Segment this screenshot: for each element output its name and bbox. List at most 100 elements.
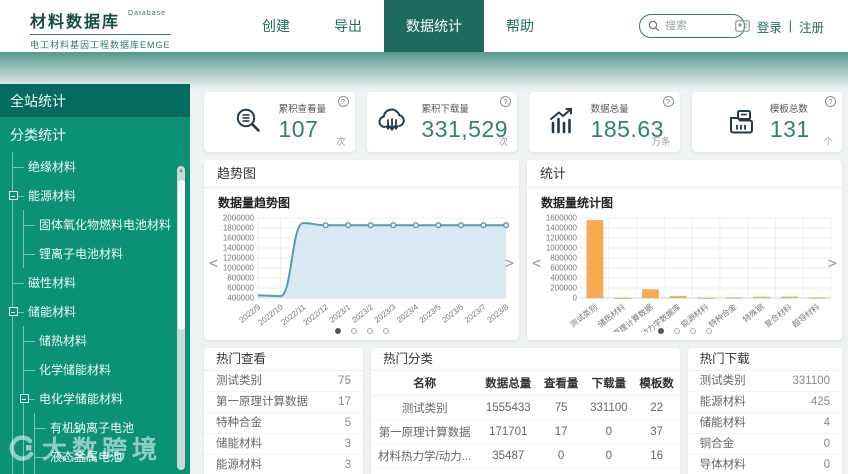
sidebar-tree-item[interactable]: 储能材料 xyxy=(8,297,190,326)
svg-text:2022/10: 2022/10 xyxy=(256,302,285,327)
sidebar-tree-item[interactable]: 锂离子电池材料 xyxy=(24,239,190,268)
login-link[interactable]: 登录 xyxy=(757,17,782,36)
table-cell: 35487 xyxy=(478,443,539,468)
carousel-dot[interactable] xyxy=(705,328,712,334)
list-item[interactable]: 能源材料 3 xyxy=(204,455,363,474)
carousel-dot[interactable] xyxy=(382,328,389,334)
nav-help[interactable]: 帮助 xyxy=(484,0,556,52)
carousel-dots xyxy=(204,328,519,334)
sidebar-tree-item[interactable]: 电化学储能材料 xyxy=(19,384,190,413)
tree-item: 储能材料储热材料化学储能材料电化学储能材料有机钠离子电池液态金属电池水系钠离子电… xyxy=(8,297,190,474)
sidebar-tree-item[interactable]: 液态金属电池 xyxy=(35,442,190,471)
carousel-prev-icon[interactable]: < xyxy=(209,254,218,272)
table-cell: 25792 xyxy=(478,467,539,474)
carousel-dot[interactable] xyxy=(366,328,373,334)
scroll-up-icon[interactable]: ▲ xyxy=(177,168,185,174)
item-name: 能源材料 xyxy=(699,395,746,408)
list-item[interactable]: 储能材料 3 xyxy=(204,434,363,455)
tree-item: 磁性材料 xyxy=(12,268,190,297)
svg-text:600000: 600000 xyxy=(550,264,577,273)
item-name: 储能材料 xyxy=(216,437,262,450)
stats-panel-title: 统计 xyxy=(527,160,842,188)
table-cell: 测试类别 xyxy=(370,395,479,420)
svg-text:1400000: 1400000 xyxy=(223,244,255,253)
table-header: 模板数 xyxy=(633,371,680,396)
collapse-icon[interactable] xyxy=(8,307,18,316)
table-cell: 22 xyxy=(633,395,680,420)
stat-unit: 次 xyxy=(498,137,508,148)
svg-text:400000: 400000 xyxy=(227,294,254,303)
main-nav: 创建 导出 数据统计 帮助 xyxy=(240,0,556,52)
help-icon[interactable]: ? xyxy=(337,96,349,107)
tree-item: 有机钠离子电池 xyxy=(35,413,190,442)
list-item[interactable]: 测试类别 75 xyxy=(204,371,363,392)
list-item[interactable]: 储能材料 4 xyxy=(687,413,842,434)
search-box[interactable] xyxy=(639,14,745,38)
svg-text:400000: 400000 xyxy=(550,274,577,283)
table-cell: 3 xyxy=(538,467,585,474)
sidebar-tree-item[interactable]: 有机钠离子电池 xyxy=(35,413,190,442)
help-icon[interactable]: ? xyxy=(825,96,836,107)
hot-views-list: 测试类别75第一原理计算数据17特种合金5储能材料3能源材料3复合材料3 xyxy=(204,371,363,474)
svg-text:特种合金: 特种合金 xyxy=(707,302,738,330)
magnifier-lines-icon xyxy=(237,108,261,132)
collapse-icon[interactable] xyxy=(8,191,18,200)
table-row[interactable]: 材料热力学/动力... 35487 0 0 16 xyxy=(370,443,680,468)
table-cell: 331100 xyxy=(584,395,634,420)
list-item[interactable]: 第一原理计算数据 17 xyxy=(204,392,363,413)
search-input[interactable] xyxy=(665,20,729,32)
carousel-dot[interactable] xyxy=(657,328,664,334)
sidebar-tree-item[interactable]: 磁性材料 xyxy=(13,268,190,297)
table-row[interactable]: 复合材料257923018 xyxy=(370,467,680,474)
carousel-next-icon[interactable]: > xyxy=(505,254,514,272)
sidebar-scrollbar-thumb[interactable] xyxy=(177,180,185,330)
app-subtitle: 电工材料基因工程数据库EMGE xyxy=(30,40,171,50)
svg-text:超导材料: 超导材料 xyxy=(790,302,821,330)
register-link[interactable]: 注册 xyxy=(799,17,824,36)
table-row[interactable]: 测试类别 1555433 75 331100 22 xyxy=(370,395,680,420)
nav-data-statistics[interactable]: 数据统计 xyxy=(384,0,484,52)
carousel-dot[interactable] xyxy=(673,328,680,334)
table-cell: 0 xyxy=(584,419,634,444)
nav-create[interactable]: 创建 xyxy=(240,0,312,52)
sidebar-item-category-stats[interactable]: 分类统计 xyxy=(0,118,190,152)
tree-item: 固体氧化物燃料电池材料 xyxy=(24,210,190,239)
list-item[interactable]: 测试类别 331100 xyxy=(687,371,842,392)
sidebar-item-all-site-stats[interactable]: 全站统计 xyxy=(0,84,190,118)
folder-files-icon xyxy=(729,110,753,134)
carousel-dot[interactable] xyxy=(350,328,357,334)
carousel-next-icon[interactable]: > xyxy=(828,254,837,272)
app-title: 材料数据库 xyxy=(30,14,121,31)
svg-text:2023/6: 2023/6 xyxy=(440,302,465,324)
carousel-prev-icon[interactable]: < xyxy=(532,254,541,272)
svg-text:特殊钢: 特殊钢 xyxy=(741,302,766,325)
svg-text:2000000: 2000000 xyxy=(223,214,255,223)
sidebar-tree-item[interactable]: 固体氧化物燃料电池材料 xyxy=(24,210,190,239)
list-item[interactable]: 导体材料 0 xyxy=(688,455,842,474)
nav-export[interactable]: 导出 xyxy=(312,0,384,52)
list-item[interactable]: 能源材料 425 xyxy=(687,392,842,413)
help-icon[interactable]: ? xyxy=(662,96,674,107)
item-value: 0 xyxy=(823,437,830,450)
carousel-dot[interactable] xyxy=(689,328,696,334)
table-row[interactable]: 第一原理计算数据 171701 17 0 37 xyxy=(370,419,680,444)
sidebar-tree-item[interactable]: 化学储能材料 xyxy=(24,355,190,384)
svg-text:2023/1: 2023/1 xyxy=(328,302,353,324)
hot-views-title: 热门查看 xyxy=(204,348,363,371)
svg-text:1600000: 1600000 xyxy=(223,234,255,243)
user-card-icon xyxy=(734,20,750,32)
sidebar-tree-item[interactable]: 储热材料 xyxy=(24,326,190,355)
help-icon[interactable]: ? xyxy=(500,96,511,107)
list-item[interactable]: 铜合金 0 xyxy=(687,434,842,455)
hot-downloads-list: 测试类别331100能源材料425储能材料4铜合金0导体材料0绝缘材料0 xyxy=(687,371,842,474)
list-item[interactable]: 特种合金 5 xyxy=(204,413,363,434)
trend-line-chart: 4000006000008000001000000120000014000001… xyxy=(223,214,511,328)
table-cell: 37 xyxy=(633,419,680,444)
search-icon xyxy=(648,20,660,32)
tree-item: 液态金属电池 xyxy=(35,442,190,471)
sidebar-tree-item[interactable]: 绝缘材料 xyxy=(13,152,190,181)
collapse-icon[interactable] xyxy=(19,394,29,403)
carousel-dot[interactable] xyxy=(334,328,341,334)
sidebar-tree-item[interactable]: 能源材料 xyxy=(8,181,190,210)
svg-text:200000: 200000 xyxy=(550,284,577,293)
